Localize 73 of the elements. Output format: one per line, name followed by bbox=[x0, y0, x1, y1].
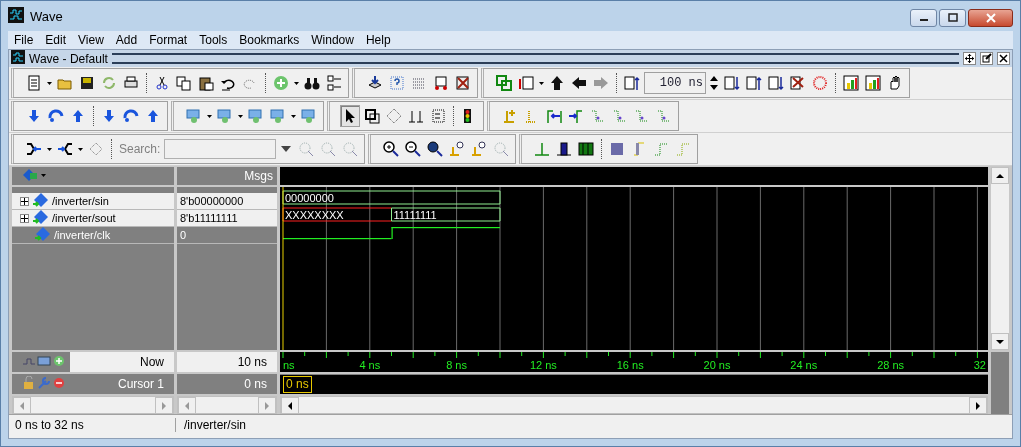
app-icon bbox=[8, 6, 24, 26]
expand-icon[interactable] bbox=[20, 196, 29, 206]
menu-item[interactable]: Add bbox=[109, 31, 144, 49]
arrow-up-icon[interactable] bbox=[996, 172, 1004, 179]
horizontal-scrollbar[interactable] bbox=[280, 396, 988, 414]
signal-name: /inverter/clk bbox=[54, 229, 111, 241]
time-label: 28 ns bbox=[877, 359, 905, 371]
status-range: 0 ns to 32 ns bbox=[9, 418, 176, 432]
close-icon[interactable] bbox=[985, 13, 996, 23]
scrollbar-corner bbox=[991, 352, 1009, 414]
app-icon bbox=[11, 50, 25, 67]
dock-button[interactable] bbox=[980, 52, 993, 65]
arrow-left-icon[interactable] bbox=[287, 401, 293, 410]
arrow-right-icon[interactable] bbox=[975, 401, 981, 410]
panel-title: Wave - Default bbox=[29, 51, 108, 66]
cursor-time-label: 0 ns bbox=[283, 376, 312, 393]
expand-icon[interactable] bbox=[20, 213, 29, 223]
vertical-scrollbar[interactable] bbox=[991, 167, 1009, 350]
now-label: Now bbox=[140, 355, 164, 369]
signal-icon bbox=[32, 192, 49, 210]
waveform-value: 11111111 bbox=[393, 209, 437, 221]
signal-icon bbox=[32, 209, 49, 227]
waveform-value: 00000000 bbox=[285, 192, 334, 204]
tree-icon[interactable] bbox=[324, 72, 344, 94]
time-label: ns bbox=[283, 359, 295, 371]
search-field[interactable] bbox=[164, 139, 277, 159]
signal-row[interactable]: /inverter/clk bbox=[12, 227, 174, 244]
time-label: 16 ns bbox=[616, 359, 644, 371]
time-label: 8 ns bbox=[446, 359, 467, 371]
menu-item[interactable]: Help bbox=[359, 31, 397, 49]
time-label: 20 ns bbox=[703, 359, 731, 371]
signal-row[interactable]: /inverter/sin bbox=[12, 193, 174, 210]
time-label: 32 bbox=[973, 359, 986, 371]
bar-chart-icon[interactable] bbox=[841, 72, 861, 94]
signal-name: /inverter/sout bbox=[52, 212, 116, 224]
menu-item[interactable]: Bookmarks bbox=[233, 31, 306, 49]
squares-icon[interactable] bbox=[494, 72, 514, 94]
cursor-label: Cursor 1 bbox=[118, 377, 164, 391]
undock-button[interactable] bbox=[963, 52, 976, 65]
pointer-icon[interactable] bbox=[340, 105, 360, 127]
scroll-up-button[interactable] bbox=[991, 167, 1009, 184]
signal-icon bbox=[34, 226, 51, 244]
waveform-value: XXXXXXXX bbox=[285, 209, 344, 221]
signal-name: /inverter/sin bbox=[52, 195, 109, 207]
menu-item[interactable]: Window bbox=[305, 31, 360, 49]
time-label: 24 ns bbox=[790, 359, 818, 371]
close-button[interactable] bbox=[997, 52, 1010, 65]
signal-value: 8'b00000000 bbox=[177, 193, 277, 210]
now-value: 10 ns bbox=[177, 352, 277, 372]
bar-chart-icon[interactable] bbox=[863, 72, 883, 94]
window-title: Wave bbox=[30, 8, 64, 24]
time-step-field[interactable]: 100 ns bbox=[644, 72, 706, 94]
menu-item[interactable]: File bbox=[8, 31, 40, 49]
signal-row[interactable]: /inverter/sout bbox=[12, 210, 174, 227]
minimize-button[interactable] bbox=[910, 9, 937, 27]
scroll-left-button[interactable] bbox=[281, 397, 299, 414]
menu-item[interactable]: Format bbox=[143, 31, 194, 49]
column-header: Msgs bbox=[177, 167, 277, 185]
signal-value: 8'b11111111 bbox=[177, 210, 277, 227]
status-selection: /inverter/sin bbox=[183, 418, 247, 432]
menu-item[interactable]: View bbox=[72, 31, 110, 49]
time-label: 12 ns bbox=[529, 359, 557, 371]
close-button[interactable] bbox=[968, 9, 1013, 27]
maximize-icon[interactable] bbox=[947, 13, 958, 23]
maximize-button[interactable] bbox=[939, 9, 966, 27]
search-label: Search: bbox=[119, 142, 161, 156]
arrow-down-icon[interactable] bbox=[996, 338, 1004, 345]
cursor-value: 0 ns bbox=[177, 374, 277, 394]
time-label: 4 ns bbox=[359, 359, 381, 371]
scroll-down-button[interactable] bbox=[991, 333, 1009, 350]
menu-item[interactable]: Edit bbox=[39, 31, 73, 49]
scroll-right-button[interactable] bbox=[969, 397, 987, 414]
menu-item[interactable]: Tools bbox=[193, 31, 234, 49]
